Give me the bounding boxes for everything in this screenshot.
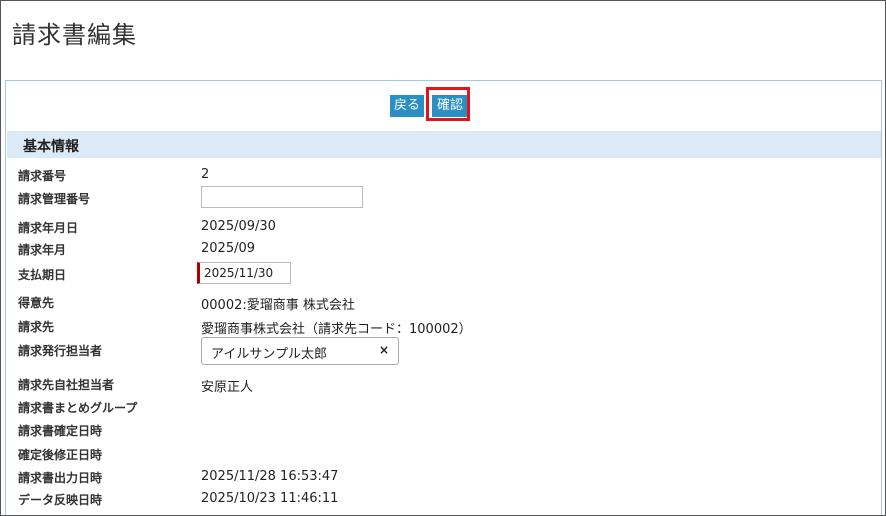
billing-to-label: 請求先 bbox=[18, 320, 55, 334]
section-header-basic-info: 基本情報 bbox=[7, 131, 881, 158]
issuer-selected-value: アイルサンプル太郎 bbox=[211, 347, 327, 362]
issuer-label: 請求発行担当者 bbox=[18, 344, 103, 358]
reflected-at-value: 2025/10/23 11:46:11 bbox=[201, 491, 339, 506]
modified-at-label: 確定後修正日時 bbox=[18, 448, 103, 462]
confirmed-at-label: 請求書確定日時 bbox=[18, 424, 103, 438]
window-frame: 請求書編集 戻る 確認 基本情報 請求番号 2 請求管理番号 請求年月日 202… bbox=[0, 0, 886, 516]
payment-due-label: 支払期日 bbox=[18, 268, 67, 282]
invoice-no-label: 請求番号 bbox=[18, 169, 67, 183]
invoice-mgmt-no-input[interactable] bbox=[201, 186, 363, 208]
customer-value: 00002:愛瑠商事 株式会社 bbox=[201, 298, 355, 313]
main-panel: 戻る 確認 基本情報 請求番号 2 請求管理番号 請求年月日 2025/09/3… bbox=[5, 80, 882, 515]
invoice-month-value: 2025/09 bbox=[201, 241, 256, 256]
page-title: 請求書編集 bbox=[12, 21, 137, 49]
invoice-no-value: 2 bbox=[201, 167, 210, 182]
billing-to-value: 愛瑠商事株式会社（請求先コード：100002） bbox=[201, 322, 472, 337]
reflected-at-label: データ反映日時 bbox=[18, 493, 103, 507]
payment-due-input[interactable]: 2025/11/30 bbox=[197, 262, 291, 284]
output-at-label: 請求書出力日時 bbox=[18, 471, 103, 485]
confirm-button[interactable]: 確認 bbox=[432, 95, 468, 117]
billing-rep-value: 安原正人 bbox=[201, 380, 254, 395]
invoice-mgmt-no-label: 請求管理番号 bbox=[18, 192, 91, 206]
section-title: 基本情報 bbox=[23, 139, 79, 155]
back-button[interactable]: 戻る bbox=[390, 95, 424, 117]
clear-icon[interactable]: × bbox=[379, 343, 389, 357]
invoice-date-value: 2025/09/30 bbox=[201, 219, 276, 234]
group-label: 請求書まとめグループ bbox=[18, 401, 138, 415]
invoice-month-label: 請求年月 bbox=[18, 243, 67, 257]
billing-rep-label: 請求先自社担当者 bbox=[18, 378, 115, 392]
toolbar: 戻る 確認 bbox=[6, 81, 881, 129]
issuer-select[interactable]: アイルサンプル太郎 × bbox=[201, 337, 399, 365]
invoice-date-label: 請求年月日 bbox=[18, 221, 79, 235]
output-at-value: 2025/11/28 16:53:47 bbox=[201, 469, 339, 484]
customer-label: 得意先 bbox=[18, 296, 55, 310]
